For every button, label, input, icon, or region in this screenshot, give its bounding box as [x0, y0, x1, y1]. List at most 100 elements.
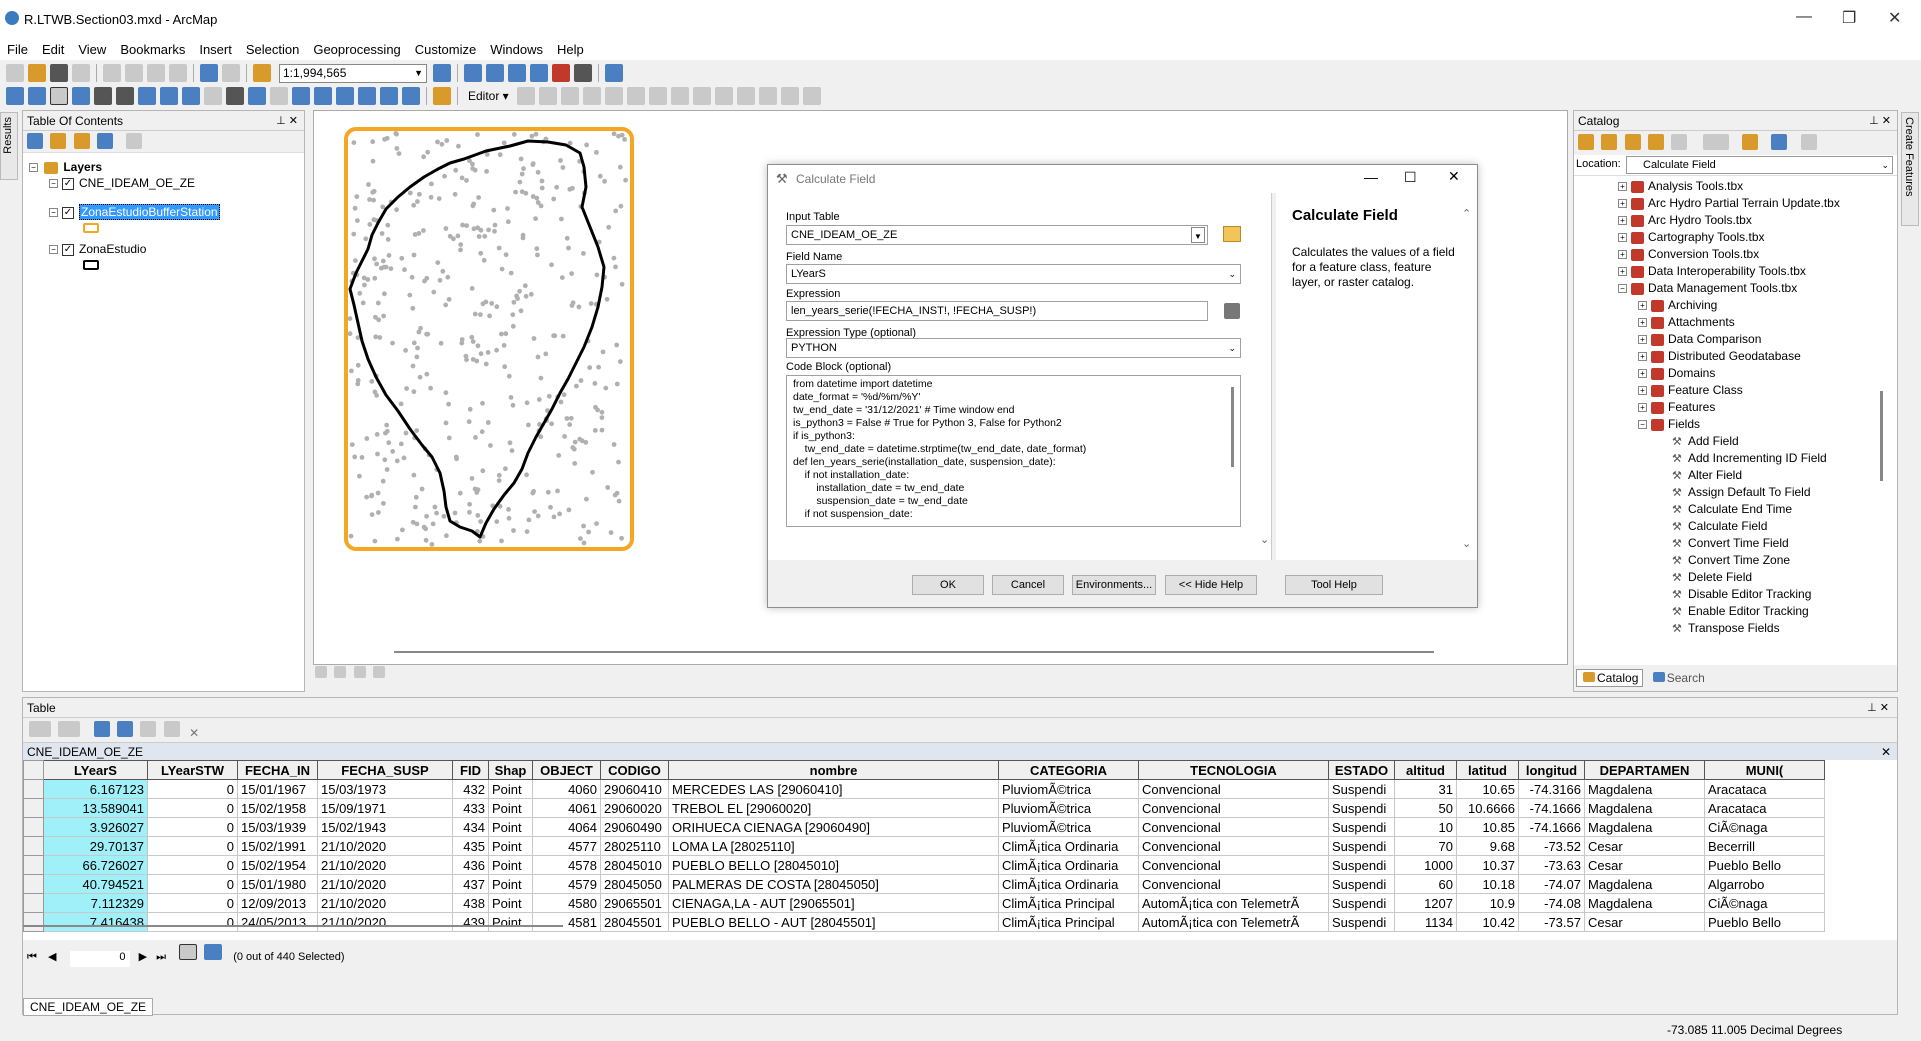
clear-selection-icon[interactable]	[140, 721, 157, 737]
table-cell[interactable]: LOMA LA [28025110]	[668, 836, 999, 856]
table-cell[interactable]: Point	[488, 912, 533, 932]
toc-icon[interactable]	[486, 64, 504, 82]
code-block-textarea[interactable]: from datetime import datetime date_format…	[786, 375, 1241, 527]
table-cell[interactable]: 434	[452, 817, 489, 837]
table-cell[interactable]: -74.1666	[1518, 798, 1585, 818]
table-cell[interactable]: 10	[1394, 817, 1457, 837]
menu-file[interactable]: File	[0, 42, 35, 57]
table-cell[interactable]: Point	[488, 817, 533, 837]
table-cell[interactable]: -73.57	[1518, 912, 1585, 932]
table-cell[interactable]: Aracataca	[1704, 779, 1825, 799]
list-by-source-icon[interactable]	[50, 133, 67, 149]
table-cell[interactable]: 0	[147, 836, 238, 856]
layers-group[interactable]: − Layers	[29, 159, 102, 176]
row-selector-header[interactable]	[23, 760, 44, 780]
table-cell[interactable]: 15/01/1980	[237, 874, 318, 894]
table-cell[interactable]: Suspendi	[1328, 893, 1395, 913]
table-cell[interactable]: 0	[147, 912, 238, 932]
zoom-out-icon[interactable]	[28, 87, 46, 105]
table-cell[interactable]: 432	[452, 779, 489, 799]
table-cell[interactable]: 0	[147, 779, 238, 799]
expression-type-select[interactable]: PYTHON ⌄	[786, 338, 1241, 358]
dialog-maximize-button[interactable]: ☐	[1404, 169, 1417, 186]
identify-icon[interactable]	[248, 87, 266, 105]
catalog-item[interactable]: ⚒ Alter Field	[1658, 467, 1742, 484]
table-cell[interactable]: Magdalena	[1584, 817, 1705, 837]
field-name-select[interactable]: LYearS ⌄	[786, 264, 1241, 284]
reshape-icon[interactable]	[670, 87, 689, 105]
delete-selected-icon[interactable]	[163, 721, 180, 737]
table-cell[interactable]: 15/01/1967	[237, 779, 318, 799]
expand-icon[interactable]: −	[1618, 284, 1627, 294]
pan-icon[interactable]	[50, 87, 68, 105]
table-cell[interactable]: Suspendi	[1328, 874, 1395, 894]
table-cell[interactable]: 21/10/2020	[317, 836, 453, 856]
table-cell[interactable]: ClimÃ¡tica Ordinaria	[998, 874, 1139, 894]
fixed-zoom-out-icon[interactable]	[116, 87, 134, 105]
record-number-input[interactable]: 0	[69, 951, 130, 967]
home-icon[interactable]	[1648, 134, 1665, 150]
menu-windows[interactable]: Windows	[483, 42, 550, 57]
table-cell[interactable]: 4061	[532, 798, 601, 818]
table-row[interactable]: 6.167123 0 15/01/1967 15/03/1973 432 Point 406…	[23, 779, 1825, 799]
map-scrollbar[interactable]	[394, 651, 1434, 653]
table-cell[interactable]: Point	[488, 836, 533, 856]
table-cell[interactable]: -73.63	[1518, 855, 1585, 875]
table-cell[interactable]: Suspendi	[1328, 798, 1395, 818]
column-header[interactable]: FECHA_SUSP	[317, 760, 453, 780]
row-selector[interactable]	[23, 855, 44, 875]
refresh-icon[interactable]	[353, 666, 366, 678]
table-cell[interactable]: 1207	[1394, 893, 1457, 913]
table-cell[interactable]: PluviomÃ©trica	[998, 817, 1139, 837]
scroll-up-icon[interactable]: ⌃	[1462, 207, 1471, 220]
search-window-icon[interactable]	[530, 64, 548, 82]
paste-icon[interactable]	[147, 64, 165, 82]
catalog-item[interactable]: ⚒ Calculate Field	[1658, 518, 1767, 535]
table-cell[interactable]: 21/10/2020	[317, 893, 453, 913]
full-extent-icon[interactable]	[72, 87, 90, 105]
catalog-item[interactable]: ⚒ Calculate End Time	[1658, 501, 1792, 518]
table-cell[interactable]: 433	[452, 798, 489, 818]
menu-geoprocessing[interactable]: Geoprocessing	[306, 42, 407, 57]
table-cell[interactable]: 10.65	[1456, 779, 1519, 799]
table-cell[interactable]: 438	[452, 893, 489, 913]
forward-extent-icon[interactable]	[160, 87, 178, 105]
expand-icon[interactable]: +	[1638, 386, 1647, 396]
table-cell[interactable]: 15/03/1939	[237, 817, 318, 837]
open-icon[interactable]	[28, 64, 46, 82]
column-header[interactable]: altitud	[1394, 760, 1457, 780]
table-cell[interactable]: CIENAGA,LA - AUT [29065501]	[668, 893, 999, 913]
menu-view[interactable]: View	[71, 42, 113, 57]
row-selector[interactable]	[23, 874, 44, 894]
column-header[interactable]: longitud	[1518, 760, 1585, 780]
table-cell[interactable]: 0	[147, 893, 238, 913]
pause-draw-icon[interactable]	[373, 666, 386, 678]
chevron-down-icon[interactable]: ⌄	[1228, 339, 1236, 357]
table-cell[interactable]: 4060	[532, 779, 601, 799]
tool-help-button[interactable]: Tool Help	[1285, 575, 1383, 595]
location-select[interactable]: Calculate Field ⌄	[1626, 156, 1893, 174]
split-icon[interactable]	[714, 87, 733, 105]
chevron-down-icon[interactable]: ▼	[1191, 227, 1205, 243]
table-cell[interactable]: 21/10/2020	[317, 855, 453, 875]
column-header[interactable]: DEPARTAMEN	[1584, 760, 1705, 780]
catalog-item[interactable]: + Arc Hydro Tools.tbx	[1618, 212, 1752, 229]
data-view-icon[interactable]	[315, 666, 327, 678]
table-cell[interactable]: Magdalena	[1584, 779, 1705, 799]
catalog-item[interactable]: + Arc Hydro Partial Terrain Update.tbx	[1618, 195, 1840, 212]
table-cell[interactable]: -73.52	[1518, 836, 1585, 856]
table-cell[interactable]: ClimÃ¡tica Ordinaria	[998, 855, 1139, 875]
next-record-button[interactable]: ▶	[139, 951, 147, 963]
table-cell[interactable]: PluviomÃ©trica	[998, 798, 1139, 818]
find-icon[interactable]	[336, 87, 354, 105]
table-cell[interactable]: -74.08	[1518, 893, 1585, 913]
table-row[interactable]: 7.112329 0 12/09/2013 21/10/2020 438 Point 458…	[23, 893, 1825, 913]
list-by-selection-icon[interactable]	[97, 133, 114, 149]
redo-icon[interactable]	[222, 64, 240, 82]
table-cell[interactable]: 21/10/2020	[317, 874, 453, 894]
table-cell[interactable]: TREBOL EL [29060020]	[668, 798, 999, 818]
straight-segment-icon[interactable]	[560, 87, 579, 105]
create-viewer-icon[interactable]	[433, 87, 451, 105]
previous-record-button[interactable]: ◀	[48, 951, 56, 963]
table-cell[interactable]: Pueblo Bello	[1704, 855, 1825, 875]
